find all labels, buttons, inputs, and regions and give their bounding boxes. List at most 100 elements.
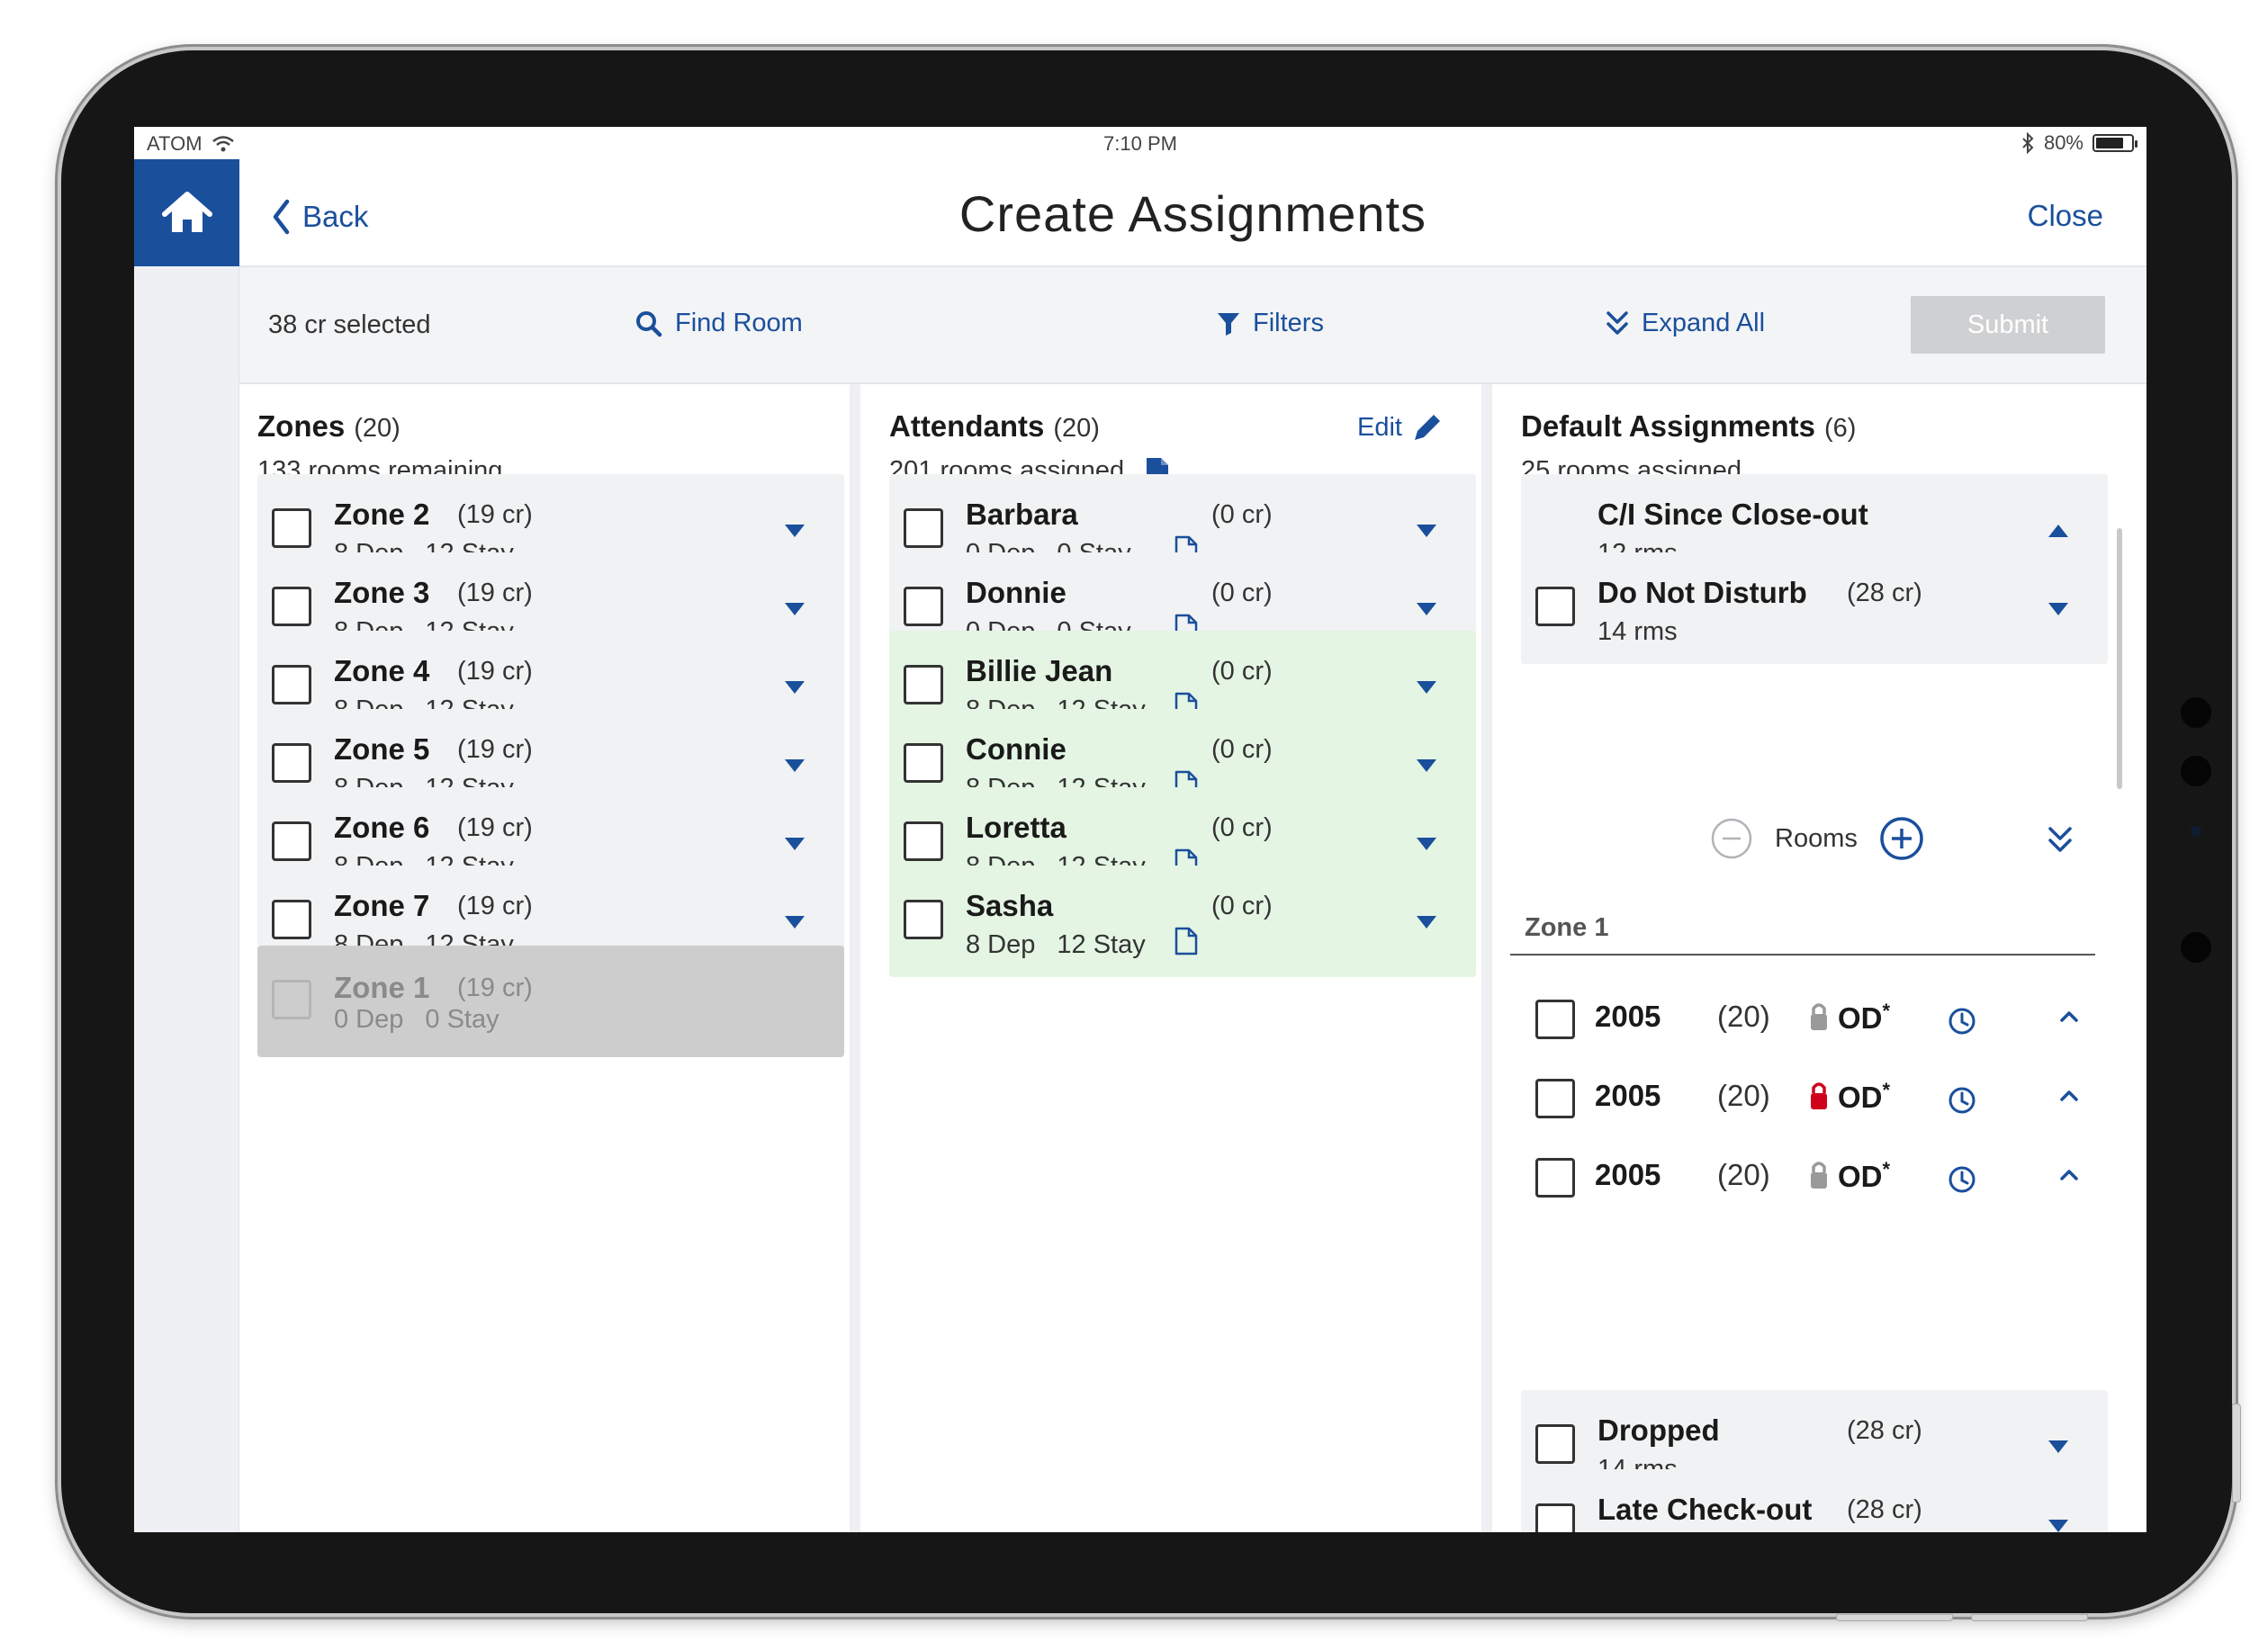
zone-subheader: Zone 1 — [1525, 913, 1609, 942]
zone-checkbox[interactable] — [272, 900, 311, 939]
defaults-title: Default Assignments — [1521, 409, 1816, 443]
nav-bar: Back Create Assignments Close — [239, 159, 2146, 267]
pencil-icon — [1414, 415, 1440, 440]
default-group-checkbox[interactable] — [1535, 1424, 1575, 1464]
zone-checkbox[interactable] — [272, 821, 311, 861]
zone-checkbox[interactable] — [272, 743, 311, 783]
zone-name: Zone 7 — [334, 889, 430, 922]
double-chevron-down-icon — [1606, 310, 1628, 335]
clock-icon[interactable] — [1948, 1086, 1976, 1119]
attendant-checkbox[interactable] — [904, 508, 943, 548]
attendant-checkbox[interactable] — [904, 821, 943, 861]
caret-down-icon[interactable] — [1417, 681, 1436, 694]
edit-button[interactable]: Edit — [1357, 411, 1444, 444]
caret-down-icon[interactable] — [2048, 1440, 2068, 1453]
caret-down-icon[interactable] — [785, 525, 805, 537]
room-status-code: OD — [1838, 1001, 1883, 1035]
caret-down-icon[interactable] — [785, 759, 805, 772]
submit-button[interactable]: Submit — [1911, 296, 2105, 354]
room-status-code: OD — [1838, 1081, 1883, 1114]
room-row[interactable]: 2005 (20) OD* — [1521, 1055, 2108, 1145]
room-status-mark: * — [1882, 1079, 1891, 1101]
attendant-card[interactable]: Sasha (0 cr) 8 Dep 12 Stay — [889, 866, 1476, 977]
room-number: 2005 — [1595, 1000, 1661, 1033]
zone-cr: (19 cr) — [457, 892, 533, 920]
plus-circle-icon[interactable] — [1879, 816, 1924, 861]
attendant-checkbox[interactable] — [904, 743, 943, 783]
clock-icon[interactable] — [1948, 1007, 1976, 1040]
expand-all-button[interactable]: Expand All — [1606, 309, 1765, 338]
zone-name: Zone 3 — [334, 576, 430, 609]
room-status-mark: * — [1882, 1000, 1891, 1022]
document-outline-icon[interactable] — [1174, 927, 1198, 960]
filters-button[interactable]: Filters — [1217, 309, 1324, 338]
caret-down-icon[interactable] — [785, 603, 805, 615]
caret-down-icon[interactable] — [1417, 603, 1436, 615]
close-button[interactable]: Close — [2028, 199, 2103, 233]
room-status: OD* — [1838, 1000, 1890, 1036]
attendant-checkbox[interactable] — [904, 900, 943, 939]
caret-down-icon[interactable] — [785, 916, 805, 929]
left-rail — [134, 159, 239, 1532]
room-checkbox[interactable] — [1535, 1000, 1575, 1039]
default-group-cr: (28 cr) — [1847, 579, 1922, 607]
room-row[interactable]: 2005 (20) OD* — [1521, 976, 2108, 1066]
zone-checkbox[interactable] — [272, 665, 311, 704]
minus-circle-icon[interactable] — [1710, 817, 1753, 860]
caret-down-icon[interactable] — [785, 681, 805, 694]
find-room-button[interactable]: Find Room — [635, 309, 803, 338]
caret-down-icon[interactable] — [2048, 603, 2068, 615]
attendant-name: Sasha — [966, 889, 1054, 922]
filters-label: Filters — [1253, 309, 1324, 337]
double-chevron-down-icon[interactable] — [2047, 825, 2074, 854]
default-group-card[interactable]: Late Check-out(28 cr)14 rms — [1521, 1469, 2108, 1532]
zone-stay: 0 Stay — [425, 1005, 500, 1034]
attendant-checkbox[interactable] — [904, 587, 943, 626]
zone-checkbox[interactable] — [272, 508, 311, 548]
room-number: 2005 — [1595, 1079, 1661, 1112]
attendants-scrollbar[interactable] — [1481, 528, 1487, 789]
zone-cr: (19 cr) — [457, 974, 533, 1002]
caret-down-icon[interactable] — [1417, 759, 1436, 772]
defaults-scrollbar[interactable] — [2117, 528, 2122, 789]
attendant-name: Connie — [966, 732, 1066, 766]
zone-cr: (19 cr) — [457, 735, 533, 764]
zone-name: Zone 6 — [334, 811, 430, 844]
caret-up-icon[interactable] — [2048, 525, 2068, 537]
chevron-up-icon[interactable] — [2059, 1010, 2079, 1027]
chevron-up-icon[interactable] — [2059, 1169, 2079, 1186]
zones-scrollbar[interactable] — [850, 528, 855, 789]
default-assignments-column: Default Assignments (6) 25 rooms assigned… — [1503, 384, 2146, 1532]
bluetooth-icon — [2022, 132, 2034, 154]
zone-checkbox[interactable] — [272, 587, 311, 626]
rooms-label: Rooms — [1775, 823, 1858, 853]
caret-down-icon[interactable] — [1417, 525, 1436, 537]
room-row[interactable]: 2005 (20) OD* — [1521, 1135, 2108, 1225]
clock-icon[interactable] — [1948, 1165, 1976, 1198]
defaults-count: (6) — [1824, 414, 1857, 443]
hardware-button — [1971, 1614, 2088, 1621]
room-checkbox[interactable] — [1535, 1079, 1575, 1118]
default-group-card[interactable]: Do Not Disturb (28 cr) 14 rms — [1521, 552, 2108, 664]
zone-cr: (19 cr) — [457, 657, 533, 686]
zone-cr: (19 cr) — [457, 813, 533, 842]
caret-down-icon[interactable] — [2048, 1520, 2068, 1532]
room-checkbox[interactable] — [1535, 1158, 1575, 1198]
caret-down-icon[interactable] — [1417, 838, 1436, 850]
chevron-up-icon[interactable] — [2059, 1090, 2079, 1107]
lock-icon — [1809, 1160, 1829, 1195]
zones-title: Zones — [257, 409, 346, 443]
attendant-checkbox[interactable] — [904, 665, 943, 704]
lock-icon — [1809, 1081, 1829, 1116]
zones-count: (20) — [354, 414, 400, 443]
home-button[interactable] — [134, 159, 239, 266]
caret-down-icon[interactable] — [785, 838, 805, 850]
battery-percent: 80% — [2043, 131, 2084, 154]
attendant-stats: 8 Dep 12 Stay — [966, 930, 1146, 960]
caret-down-icon[interactable] — [1417, 916, 1436, 929]
default-group-checkbox[interactable] — [1535, 1503, 1575, 1532]
room-status: OD* — [1838, 1158, 1890, 1194]
default-group-checkbox[interactable] — [1535, 587, 1575, 626]
room-status-mark: * — [1882, 1158, 1891, 1180]
toolbar: 38 cr selected Find Room Filters Expand … — [239, 267, 2146, 384]
